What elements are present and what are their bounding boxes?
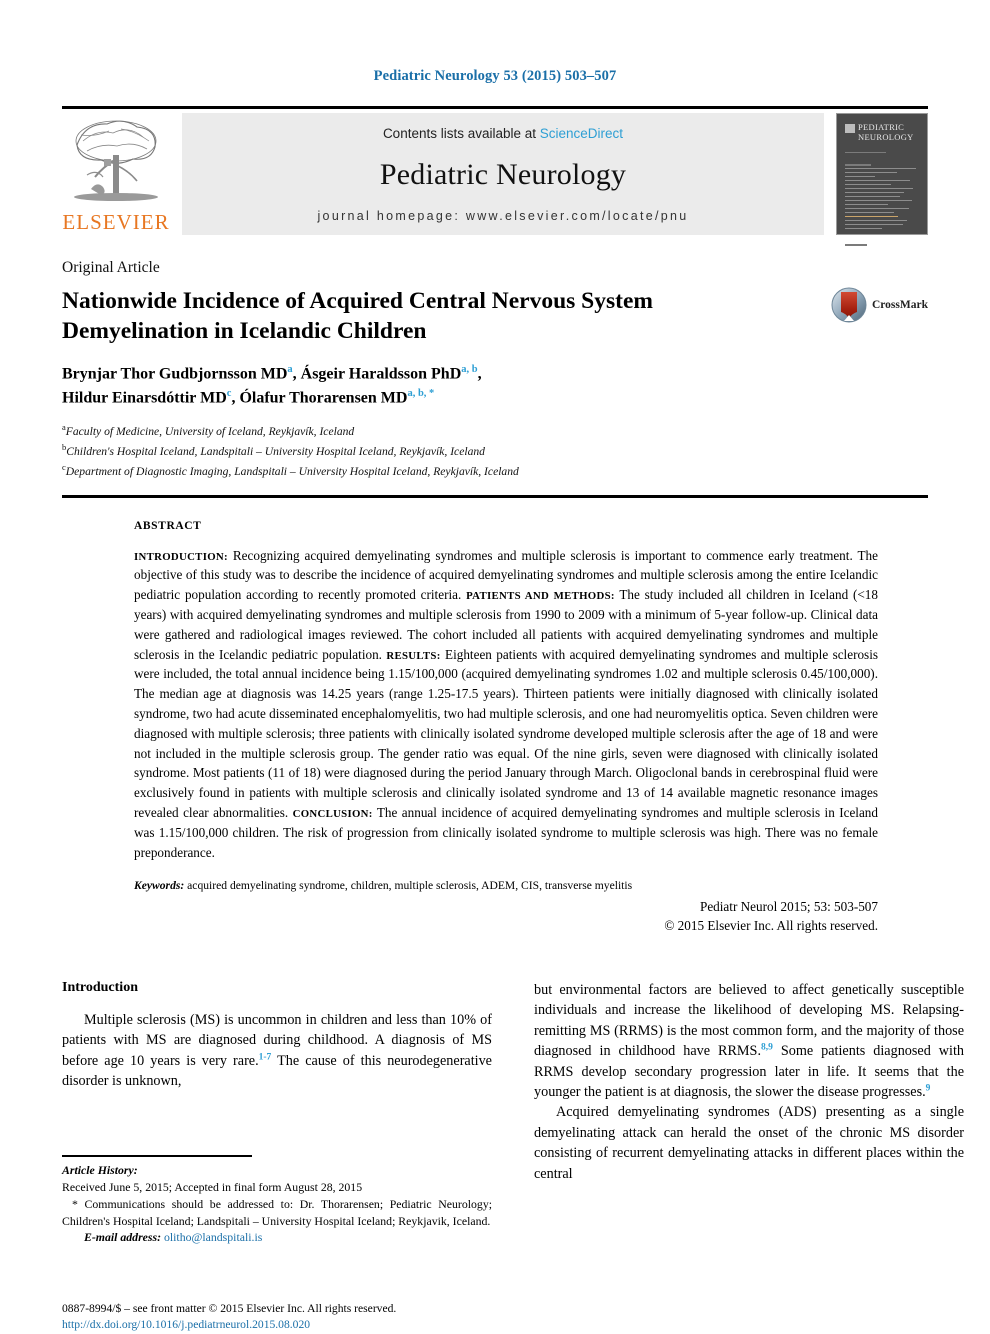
affiliation-item: aFaculty of Medicine, University of Icel… [62, 421, 928, 441]
affiliation-text: Faculty of Medicine, University of Icela… [65, 425, 355, 439]
abstract-heading-results: RESULTS: [386, 649, 441, 662]
issn-line: 0887-8994/$ – see front matter © 2015 El… [62, 1301, 397, 1315]
affiliation-item: cDepartment of Diagnostic Imaging, Lands… [62, 461, 928, 481]
abstract-body: INTRODUCTION: Recognizing acquired demye… [134, 546, 878, 863]
footnote-rule [62, 1155, 252, 1158]
cover-title-line-2: NEUROLOGY [858, 131, 914, 142]
contents-prefix: Contents lists available at [382, 126, 540, 141]
author-affil-marker-4: a, b, * [407, 387, 435, 399]
abstract-heading-patients-and-methods: PATIENTS AND METHODS: [466, 590, 615, 603]
crossmark-badge[interactable]: CrossMark [831, 287, 928, 323]
author-line-1-tail: , [477, 365, 482, 383]
left-column: Introduction Multiple sclerosis (MS) is … [62, 979, 492, 1331]
citation-reference[interactable]: 8,9 [761, 1042, 773, 1052]
abstract-section: ABSTRACT INTRODUCTION: Recognizing acqui… [62, 520, 928, 934]
journal-title: Pediatric Neurology [379, 158, 627, 191]
footnote-block: Article History: Received June 5, 2015; … [62, 1155, 492, 1246]
journal-cover-thumbnail: PEDIATRIC NEUROLOGY [836, 113, 928, 246]
abstract-citation: Pediatr Neurol 2015; 53: 503-507 [699, 898, 878, 914]
affiliation-list: aFaculty of Medicine, University of Icel… [62, 421, 928, 480]
affiliation-text: Department of Diagnostic Imaging, Landsp… [65, 464, 519, 478]
journal-masthead: ELSEVIER Contents lists available at Sci… [62, 113, 928, 246]
author-name-2: , Ásgeir Haraldsson PhD [292, 365, 462, 383]
article-history-dates: Received June 5, 2015; Accepted in final… [62, 1180, 363, 1195]
issn-block: 0887-8994/$ – see front matter © 2015 El… [62, 1301, 532, 1334]
correspondence-note: * Communications should be addressed to:… [62, 1196, 492, 1228]
author-affil-marker-2: a, b [461, 364, 478, 376]
abstract-label: ABSTRACT [134, 519, 202, 532]
elsevier-wordmark: ELSEVIER [62, 210, 170, 234]
article-history-label: Article History: [62, 1163, 138, 1178]
masthead-top-rule [62, 106, 928, 109]
keywords-label: Keywords: [134, 879, 185, 893]
abstract-heading-conclusion: CONCLUSION: [292, 808, 373, 821]
page-title: Nationwide Incidence of Acquired Central… [62, 288, 653, 345]
masthead-center-band: Contents lists available at ScienceDirec… [182, 113, 824, 235]
cover-text-lines [845, 151, 919, 246]
author-name-1: Brynjar Thor Gudbjornsson MD [62, 365, 288, 383]
article-history: Article History: Received June 5, 2015; … [62, 1162, 492, 1196]
affiliation-item: bChildren's Hospital Iceland, Landspital… [62, 441, 928, 461]
body-paragraph: Acquired demyelinating syndromes (ADS) p… [534, 1104, 964, 1182]
abstract-copyright: © 2015 Elsevier Inc. All rights reserved… [664, 917, 878, 933]
right-column: but environmental factors are believed t… [534, 980, 964, 1184]
cover-badge-icon [845, 124, 855, 133]
email-address-link[interactable]: olitho@landspitali.is [164, 1230, 262, 1244]
sciencedirect-link[interactable]: ScienceDirect [540, 126, 623, 141]
article-page: Pediatric Neurology 53 (2015) 503–507 EL… [0, 0, 990, 1331]
keywords-line: Keywords: acquired demyelinating syndrom… [134, 877, 878, 894]
author-name-4: , Ólafur Thorarensen MD [231, 389, 408, 406]
running-head: Pediatric Neurology 53 (2015) 503–507 [373, 68, 617, 84]
body-paragraph: but environmental factors are believed t… [534, 980, 964, 1103]
author-line-2: Hildur Einarsdóttir MDc, Ólafur Thoraren… [62, 386, 762, 410]
citation-reference[interactable]: 9 [926, 1083, 931, 1093]
elsevier-logo: ELSEVIER [62, 113, 170, 235]
crossmark-label: CrossMark [871, 299, 928, 311]
affiliation-text: Children's Hospital Iceland, Landspitali… [66, 444, 485, 458]
article-header: Original Article Nationwide Incidence of… [62, 259, 928, 481]
email-line: E-mail address: olitho@landspitali.is [62, 1229, 492, 1246]
author-list: Brynjar Thor Gudbjornsson MDa, Ásgeir Ha… [62, 362, 762, 409]
keywords-text: acquired demyelinating syndrome, childre… [184, 879, 633, 893]
abstract-text-results: Eighteen patients with acquired demyelin… [134, 646, 878, 821]
author-name-3: Hildur Einarsdóttir MD [62, 389, 227, 406]
abstract-top-rule [62, 494, 928, 498]
journal-homepage-link[interactable]: journal homepage: www.elsevier.com/locat… [317, 209, 688, 223]
elsevier-tree-icon [74, 120, 158, 201]
body-columns: Introduction Multiple sclerosis (MS) is … [62, 979, 964, 1331]
section-heading-introduction: Introduction [62, 979, 138, 995]
body-paragraph: Multiple sclerosis (MS) is uncommon in c… [62, 1010, 492, 1092]
article-type-kicker: Original Article [62, 259, 160, 276]
crossmark-icon [831, 287, 867, 323]
email-label: E-mail address: [84, 1230, 162, 1245]
author-line-1: Brynjar Thor Gudbjornsson MDa, Ásgeir Ha… [62, 362, 762, 386]
contents-lists-line: Contents lists available at ScienceDirec… [383, 126, 623, 141]
abstract-heading-introduction: INTRODUCTION: [134, 550, 228, 563]
citation-reference[interactable]: 1-7 [259, 1052, 272, 1062]
